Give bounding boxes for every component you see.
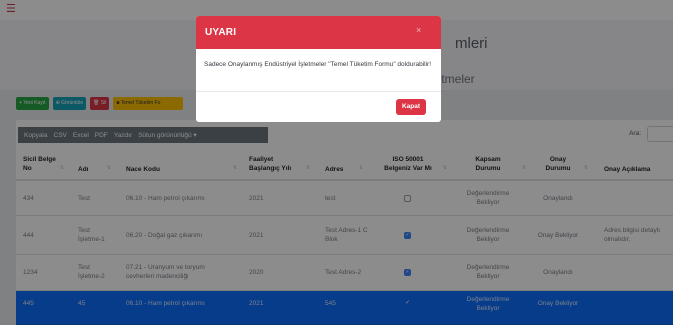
modal-title: UYARI <box>205 27 237 38</box>
close-icon[interactable]: × <box>416 25 421 35</box>
modal-message: Sadece Onaylanmış Endüstriyel İşletmeler… <box>204 61 432 68</box>
modal-header: UYARI × <box>196 16 441 49</box>
modal-divider <box>196 91 441 92</box>
warning-modal: UYARI × Sadece Onaylanmış Endüstriyel İş… <box>196 16 441 122</box>
close-button[interactable]: Kapat <box>396 99 426 115</box>
